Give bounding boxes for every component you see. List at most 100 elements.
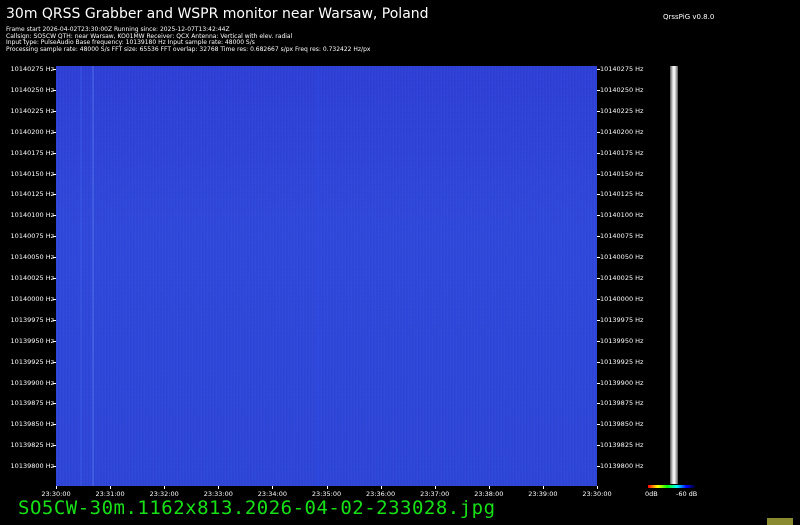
y-tick-mark bbox=[597, 298, 600, 300]
y-tick-mark bbox=[597, 110, 600, 112]
y-tick-label-right: 10140275 Hz bbox=[600, 65, 644, 73]
y-tick-mark bbox=[597, 278, 600, 279]
x-tick-mark bbox=[488, 486, 490, 489]
y-tick-mark bbox=[597, 319, 600, 321]
y-tick-label-right: 10140050 Hz bbox=[600, 253, 644, 262]
y-tick-mark bbox=[53, 110, 56, 112]
y-tick-label-right: 10140200 Hz bbox=[600, 127, 644, 136]
y-tick-mark bbox=[53, 194, 56, 196]
y-tick-label-left: 10139800 Hz bbox=[10, 462, 54, 471]
page-title: 30m QRSS Grabber and WSPR monitor near W… bbox=[6, 6, 429, 22]
filename-label: SO5CW-30m.1162x813.2026-04-02-233028.jpg bbox=[18, 497, 496, 519]
y-tick-mark bbox=[597, 173, 600, 175]
y-tick-label-left: 10139825 Hz bbox=[10, 441, 54, 450]
y-tick-label-right: 10139950 Hz bbox=[600, 336, 644, 345]
y-tick-mark bbox=[597, 382, 600, 384]
y-tick-mark bbox=[53, 89, 56, 91]
version-label: QrssPiG v0.8.0 bbox=[663, 13, 715, 21]
y-tick-mark bbox=[597, 403, 600, 405]
y-tick-label-right: 10140250 Hz bbox=[600, 85, 644, 94]
y-tick-mark bbox=[53, 278, 56, 279]
y-tick-label-right: 10139875 Hz bbox=[600, 399, 644, 408]
y-tick-label-left: 10140100 Hz bbox=[10, 211, 54, 220]
y-tick-mark bbox=[597, 152, 600, 154]
y-tick-label-right: 10139975 Hz bbox=[600, 315, 644, 324]
y-tick-mark bbox=[597, 361, 600, 363]
x-tick-label: 23:39:00 bbox=[528, 490, 558, 498]
y-tick-mark bbox=[597, 194, 600, 196]
y-tick-label-left: 10140200 Hz bbox=[10, 127, 54, 136]
x-tick-mark bbox=[326, 486, 328, 489]
info-line: Processing sample rate: 48000 S/s FFT si… bbox=[6, 45, 371, 53]
y-tick-label-right: 10140125 Hz bbox=[600, 190, 644, 199]
y-tick-mark bbox=[53, 215, 56, 217]
y-tick-mark bbox=[53, 69, 56, 70]
y-tick-mark bbox=[597, 131, 600, 133]
y-tick-mark bbox=[53, 340, 56, 342]
colorbar-max-label: 0dB bbox=[645, 490, 658, 498]
y-tick-label-left: 10139900 Hz bbox=[10, 378, 54, 387]
y-tick-mark bbox=[597, 236, 600, 238]
x-tick-mark bbox=[597, 486, 598, 489]
y-tick-label-right: 10139900 Hz bbox=[600, 378, 644, 387]
y-tick-label-right: 10140075 Hz bbox=[600, 232, 644, 241]
x-tick-label: 23:30:00 bbox=[582, 490, 612, 498]
y-tick-label-left: 10139850 Hz bbox=[10, 420, 54, 429]
y-tick-label-left: 10140125 Hz bbox=[10, 190, 54, 199]
y-tick-label-left: 10140075 Hz bbox=[10, 232, 54, 241]
y-tick-label-left: 10140175 Hz bbox=[10, 148, 54, 157]
y-tick-label-right: 10140150 Hz bbox=[600, 169, 644, 178]
y-tick-label-left: 10140000 Hz bbox=[10, 294, 54, 303]
y-tick-label-left: 10140250 Hz bbox=[10, 85, 54, 94]
y-tick-mark bbox=[597, 69, 600, 70]
y-tick-mark bbox=[53, 466, 56, 468]
info-block: Frame start 2026-04-02T23:30:00Z Running… bbox=[6, 26, 371, 53]
y-tick-mark bbox=[53, 361, 56, 363]
x-tick-mark bbox=[542, 486, 544, 489]
y-tick-label-right: 10140100 Hz bbox=[600, 211, 644, 220]
level-gauge bbox=[670, 66, 678, 484]
x-tick-mark bbox=[434, 486, 436, 489]
y-tick-label-left: 10139925 Hz bbox=[10, 357, 54, 366]
colorbar-min-label: -60 dB bbox=[676, 490, 698, 498]
x-tick-mark bbox=[164, 486, 166, 489]
y-tick-label-left: 10139875 Hz bbox=[10, 399, 54, 408]
y-tick-label-left: 10140025 Hz bbox=[10, 274, 54, 282]
y-tick-mark bbox=[597, 89, 600, 91]
y-tick-label-left: 10140150 Hz bbox=[10, 169, 54, 178]
y-tick-mark bbox=[597, 257, 600, 259]
y-tick-mark bbox=[597, 215, 600, 217]
y-tick-label-right: 10140025 Hz bbox=[600, 274, 644, 282]
y-tick-label-right: 10139800 Hz bbox=[600, 462, 644, 471]
spectrogram bbox=[56, 66, 597, 486]
y-tick-mark bbox=[53, 173, 56, 175]
y-tick-mark bbox=[53, 382, 56, 384]
y-tick-mark bbox=[53, 236, 56, 238]
y-tick-label-right: 10140175 Hz bbox=[600, 148, 644, 157]
x-tick-mark bbox=[380, 486, 382, 489]
y-tick-label-left: 10140225 Hz bbox=[10, 106, 54, 115]
x-tick-mark bbox=[56, 486, 57, 489]
y-tick-mark bbox=[53, 445, 56, 447]
y-tick-mark bbox=[597, 340, 600, 342]
x-tick-mark bbox=[272, 486, 274, 489]
y-tick-mark bbox=[53, 131, 56, 133]
y-tick-label-right: 10140225 Hz bbox=[600, 106, 644, 115]
y-tick-label-left: 10139975 Hz bbox=[10, 315, 54, 324]
y-tick-mark bbox=[597, 445, 600, 447]
y-tick-mark bbox=[53, 424, 56, 426]
y-tick-label-left: 10140275 Hz bbox=[10, 65, 54, 73]
y-tick-mark bbox=[53, 257, 56, 259]
y-tick-label-right: 10139825 Hz bbox=[600, 441, 644, 450]
corner-indicator bbox=[767, 518, 793, 525]
y-tick-mark bbox=[53, 319, 56, 321]
colorbar bbox=[648, 485, 696, 488]
y-tick-mark bbox=[53, 152, 56, 154]
y-tick-label-left: 10140050 Hz bbox=[10, 253, 54, 262]
y-tick-label-left: 10139950 Hz bbox=[10, 336, 54, 345]
y-tick-label-right: 10139925 Hz bbox=[600, 357, 644, 366]
y-tick-mark bbox=[53, 403, 56, 405]
y-tick-mark bbox=[597, 466, 600, 468]
x-tick-mark bbox=[218, 486, 220, 489]
y-tick-label-right: 10139850 Hz bbox=[600, 420, 644, 429]
